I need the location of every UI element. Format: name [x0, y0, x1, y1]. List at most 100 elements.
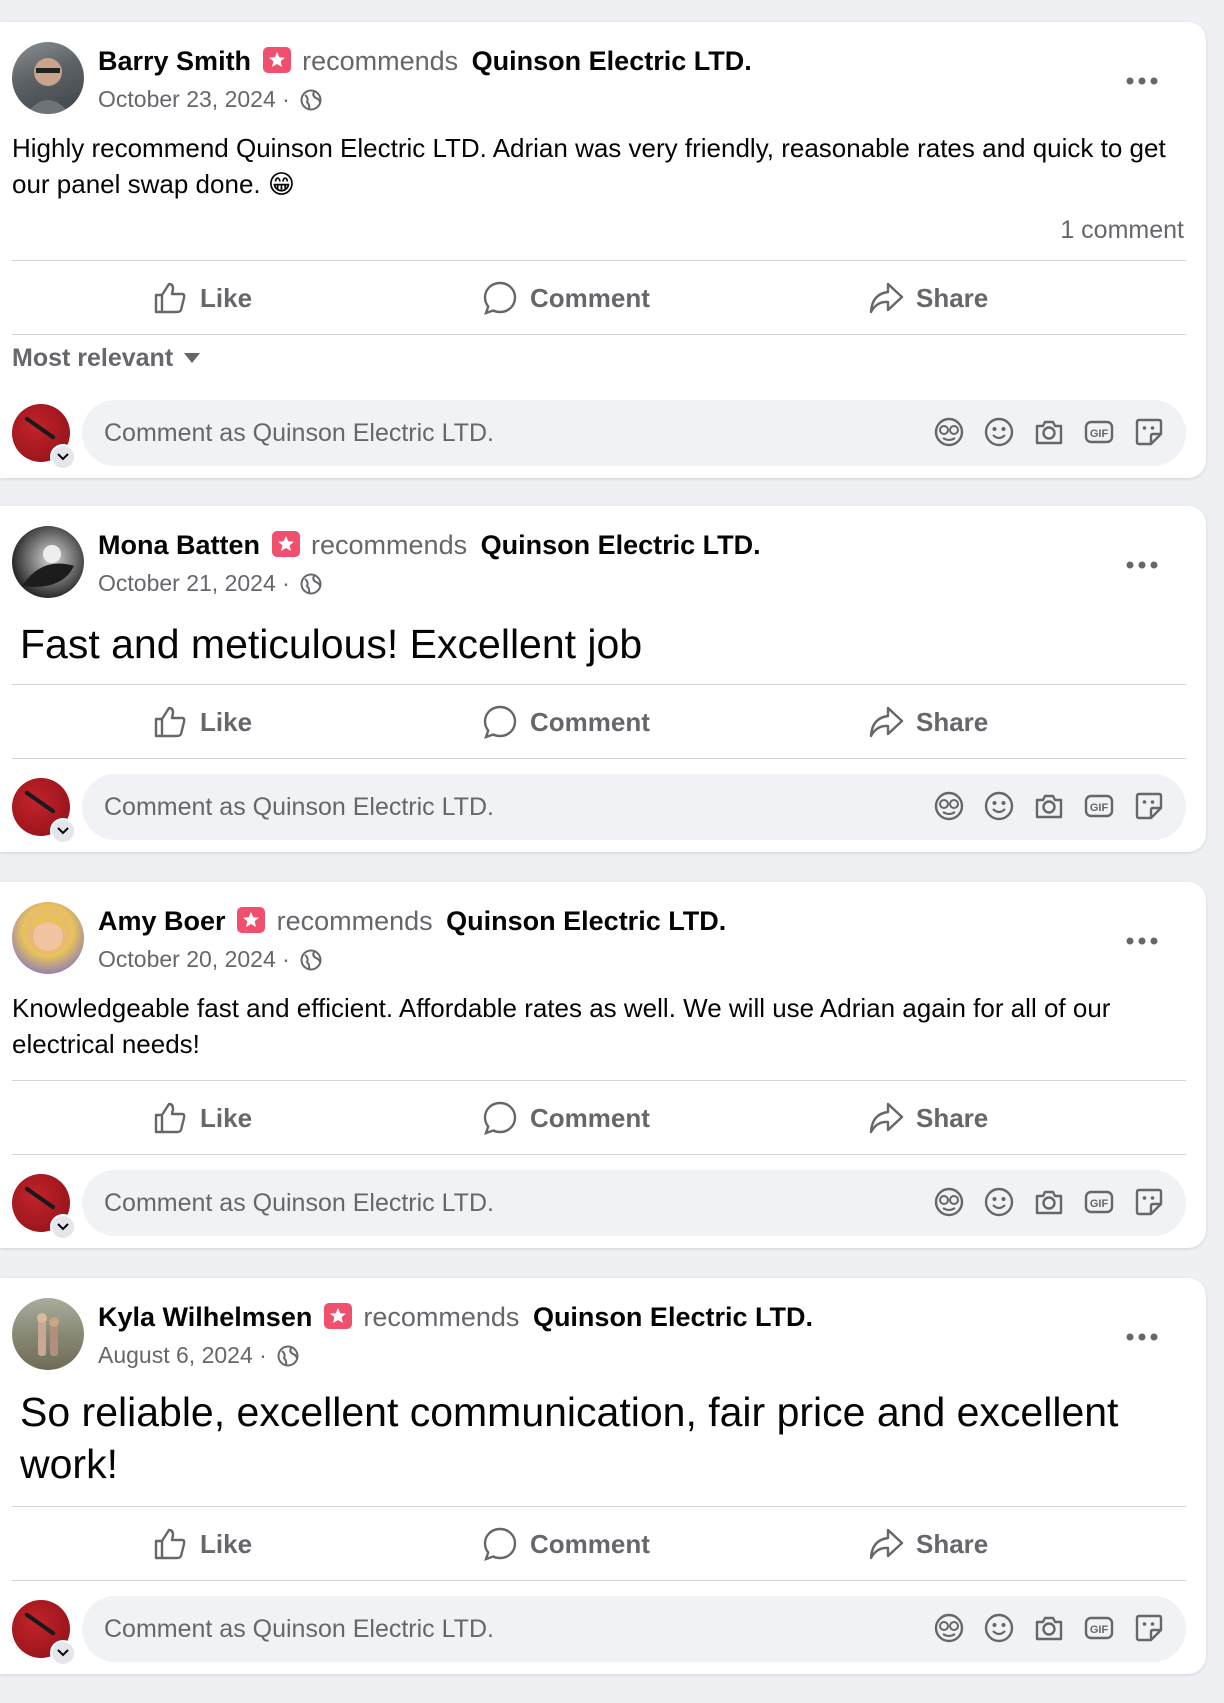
page-name-link[interactable]: Quinson Electric LTD. [481, 530, 761, 560]
share-button[interactable]: Share [868, 1082, 988, 1154]
like-button[interactable]: Like [152, 1508, 252, 1580]
share-button[interactable]: Share [868, 1508, 988, 1580]
post-timestamp[interactable]: October 20, 2024 · [98, 946, 290, 972]
chevron-down-icon[interactable] [50, 1214, 76, 1240]
post-header: Barry Smith recommends Quinson Electric … [12, 42, 1186, 118]
divider [12, 1506, 1186, 1507]
camera-icon[interactable] [1024, 416, 1074, 450]
recommends-text: recommends [311, 530, 468, 560]
share-arrow-icon [869, 706, 904, 738]
recommends-text: recommends [276, 906, 433, 936]
author-name[interactable]: Amy Boer [98, 906, 226, 936]
comment-button[interactable]: Comment [482, 1082, 650, 1154]
avatar[interactable] [12, 526, 84, 598]
divider [12, 260, 1186, 261]
sticker-icon[interactable] [1124, 1186, 1174, 1220]
svg-text:GIF: GIF [1090, 1624, 1109, 1636]
like-button[interactable]: Like [152, 686, 252, 758]
sticker-icon[interactable] [1124, 416, 1174, 450]
camera-icon[interactable] [1024, 1612, 1074, 1646]
share-arrow-icon [869, 1528, 904, 1560]
thumbs-up-icon [154, 1102, 186, 1134]
page-name-link[interactable]: Quinson Electric LTD. [472, 46, 752, 76]
comment-label: Comment [530, 1528, 650, 1559]
emoji-icon[interactable] [974, 1186, 1024, 1220]
share-label: Share [916, 1102, 989, 1133]
recommend-star-badge-icon [271, 531, 300, 557]
emoji-icon[interactable] [974, 790, 1024, 824]
comment-sort-dropdown[interactable]: Most relevant [12, 344, 201, 373]
recommend-star-badge-icon [323, 1303, 352, 1329]
emoji-icon[interactable] [974, 416, 1024, 450]
share-label: Share [916, 282, 989, 313]
recommendation-line: Barry Smith recommends Quinson Electric … [98, 46, 752, 77]
camera-icon[interactable] [1024, 1186, 1074, 1220]
more-options-icon[interactable] [1122, 66, 1162, 96]
chevron-down-icon[interactable] [50, 818, 76, 844]
chevron-down-icon[interactable] [50, 1640, 76, 1666]
avatar[interactable] [12, 42, 84, 114]
avatar[interactable] [12, 902, 84, 974]
sticker-icon[interactable] [1124, 790, 1174, 824]
like-label: Like [200, 1102, 253, 1133]
page-avatar[interactable] [12, 404, 76, 470]
page-avatar[interactable] [12, 1174, 76, 1240]
sticker-icon[interactable] [1124, 1612, 1174, 1646]
comment-count[interactable]: 1 comment [1060, 216, 1184, 245]
post-timestamp[interactable]: October 21, 2024 · [98, 570, 290, 596]
avatar-sticker-icon[interactable] [924, 790, 974, 824]
share-arrow-icon [869, 1102, 904, 1134]
comment-composer: GIF [12, 1170, 1186, 1240]
recommend-star-badge-icon [237, 907, 266, 933]
comment-tools: GIF [924, 790, 1174, 824]
post-text: So reliable, excellent communication, fa… [20, 1389, 1119, 1487]
page-name-link[interactable]: Quinson Electric LTD. [533, 1302, 813, 1332]
post-timestamp[interactable]: August 6, 2024 · [98, 1342, 267, 1368]
recommend-star-badge-icon [262, 47, 291, 73]
page-avatar[interactable] [12, 778, 76, 844]
avatar-sticker-icon[interactable] [924, 1612, 974, 1646]
avatar-photo [26, 58, 70, 114]
more-options-icon[interactable] [1122, 550, 1162, 580]
author-name[interactable]: Barry Smith [98, 46, 251, 76]
camera-icon[interactable] [1024, 790, 1074, 824]
page-avatar[interactable] [12, 1600, 76, 1666]
review-card: Mona Batten recommends Quinson Electric … [0, 506, 1206, 852]
recommends-text: recommends [363, 1302, 520, 1332]
comment-button[interactable]: Comment [482, 262, 650, 334]
author-name[interactable]: Mona Batten [98, 530, 260, 560]
more-options-icon[interactable] [1122, 1322, 1162, 1352]
chevron-down-icon[interactable] [50, 444, 76, 470]
speech-bubble-icon [483, 281, 517, 315]
like-button[interactable]: Like [152, 262, 252, 334]
post-timestamp[interactable]: October 23, 2024 · [98, 86, 290, 112]
share-button[interactable]: Share [868, 262, 988, 334]
comment-button[interactable]: Comment [482, 1508, 650, 1580]
gif-icon[interactable]: GIF [1074, 1186, 1124, 1220]
comment-button[interactable]: Comment [482, 686, 650, 758]
post-text: Knowledgeable fast and efficient. Afford… [12, 993, 1111, 1059]
gif-icon[interactable]: GIF [1074, 1612, 1124, 1646]
avatar-sticker-icon[interactable] [924, 416, 974, 450]
recommendation-line: Kyla Wilhelmsen recommends Quinson Elect… [98, 1302, 813, 1333]
comment-label: Comment [530, 706, 650, 737]
page-name-link[interactable]: Quinson Electric LTD. [446, 906, 726, 936]
speech-bubble-icon [483, 705, 517, 739]
author-name[interactable]: Kyla Wilhelmsen [98, 1302, 312, 1332]
avatar[interactable] [12, 1298, 84, 1370]
review-card: Kyla Wilhelmsen recommends Quinson Elect… [0, 1278, 1206, 1674]
globe-icon [277, 1345, 299, 1367]
like-label: Like [200, 706, 253, 737]
gif-icon[interactable]: GIF [1074, 790, 1124, 824]
review-card: Barry Smith recommends Quinson Electric … [0, 22, 1206, 478]
emoji-icon[interactable] [974, 1612, 1024, 1646]
share-button[interactable]: Share [868, 686, 988, 758]
gif-icon[interactable]: GIF [1074, 416, 1124, 450]
svg-text:GIF: GIF [1090, 1198, 1109, 1210]
avatar-sticker-icon[interactable] [924, 1186, 974, 1220]
caret-down-icon [184, 353, 201, 363]
like-button[interactable]: Like [152, 1082, 252, 1154]
comment-composer: GIF [12, 1596, 1186, 1666]
post-header: Mona Batten recommends Quinson Electric … [12, 526, 1186, 602]
more-options-icon[interactable] [1122, 926, 1162, 956]
